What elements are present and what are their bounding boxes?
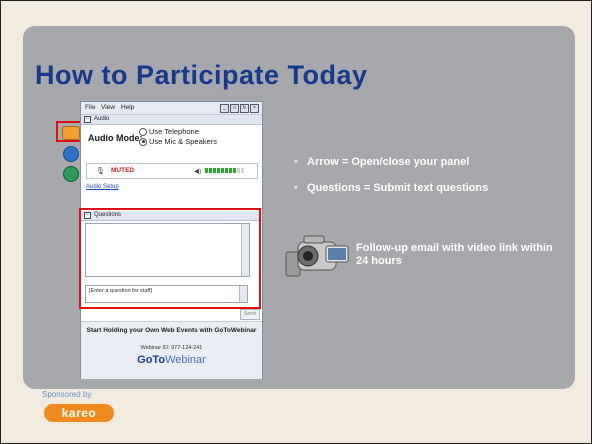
audio-setup-link[interactable]: Audio Setup [86,184,119,190]
bullet-arrow: • Arrow = Open/close your panel [294,156,470,168]
bullet-text: Arrow = Open/close your panel [307,156,470,168]
promo-footer: Start Holding your Own Web Events with G… [81,321,262,379]
logo-bold: GoTo [137,354,166,366]
radio-use-telephone[interactable]: Use Telephone [139,127,199,136]
promo-text: Start Holding your Own Web Events with G… [86,327,257,334]
radio-selected-icon[interactable] [139,137,147,146]
menu-view[interactable]: View [101,104,115,111]
level-bar [209,168,212,173]
maximize-icon[interactable]: ↻ [240,104,249,113]
followup-text: Follow-up email with video link within 2… [356,242,553,267]
logo-light: Webinar [165,354,206,366]
level-bar [205,168,208,173]
level-bar [233,168,236,173]
mute-status: MUTED [111,167,135,174]
level-bar [217,168,220,173]
speaker-level-meter [205,168,244,173]
bullet-questions: • Questions = Submit text questions [294,182,489,194]
restore-icon[interactable]: □ [230,104,239,113]
radio-label: Use Mic & Speakers [149,137,217,146]
menu-bar: File View Help _ □ ↻ × [81,102,262,115]
level-bar [229,168,232,173]
audio-section-header[interactable]: − Audio [81,115,262,125]
level-bar [213,168,216,173]
bullet-dot: • [294,156,298,168]
speaker-icon: ◀) [194,168,202,175]
collapse-icon[interactable]: − [84,116,91,123]
audio-section-label: Audio [94,116,110,122]
audio-status-box: 🎙 MUTED ◀) [86,163,258,179]
minimize-icon[interactable]: _ [220,104,229,113]
slide: How to Participate Today File View Help … [0,0,592,444]
audio-mode-label: Audio Mode: [88,133,143,143]
close-icon[interactable]: × [250,104,259,113]
send-button[interactable]: Send [240,309,260,320]
camcorder-icon [285,235,349,277]
sponsored-by-label: Sponsored by [42,390,92,399]
arrow-highlight [56,121,83,142]
webinar-id: Webinar ID: 977-124-241 [140,345,203,351]
microphone-icon[interactable]: 🎙 [96,167,105,175]
slide-title: How to Participate Today [35,60,368,90]
menu-file[interactable]: File [85,104,95,111]
level-bar [241,168,244,173]
radio-use-mic-speakers[interactable]: Use Mic & Speakers [139,137,217,146]
level-bar [221,168,224,173]
help-icon[interactable] [63,166,79,182]
screen-icon[interactable] [63,146,79,162]
kareo-logo-text: kareo [61,406,97,420]
gotowebinar-logo: GoToWebinar [81,354,262,366]
level-bar [237,168,240,173]
kareo-logo: kareo [42,402,116,424]
questions-highlight [79,208,261,309]
bullet-text: Questions = Submit text questions [307,182,489,194]
bullet-dot: • [294,182,298,194]
window-controls: _ □ ↻ × [220,104,259,113]
radio-icon[interactable] [139,127,147,136]
level-bar [225,168,228,173]
radio-label: Use Telephone [149,127,199,136]
menu-help[interactable]: Help [121,104,134,111]
